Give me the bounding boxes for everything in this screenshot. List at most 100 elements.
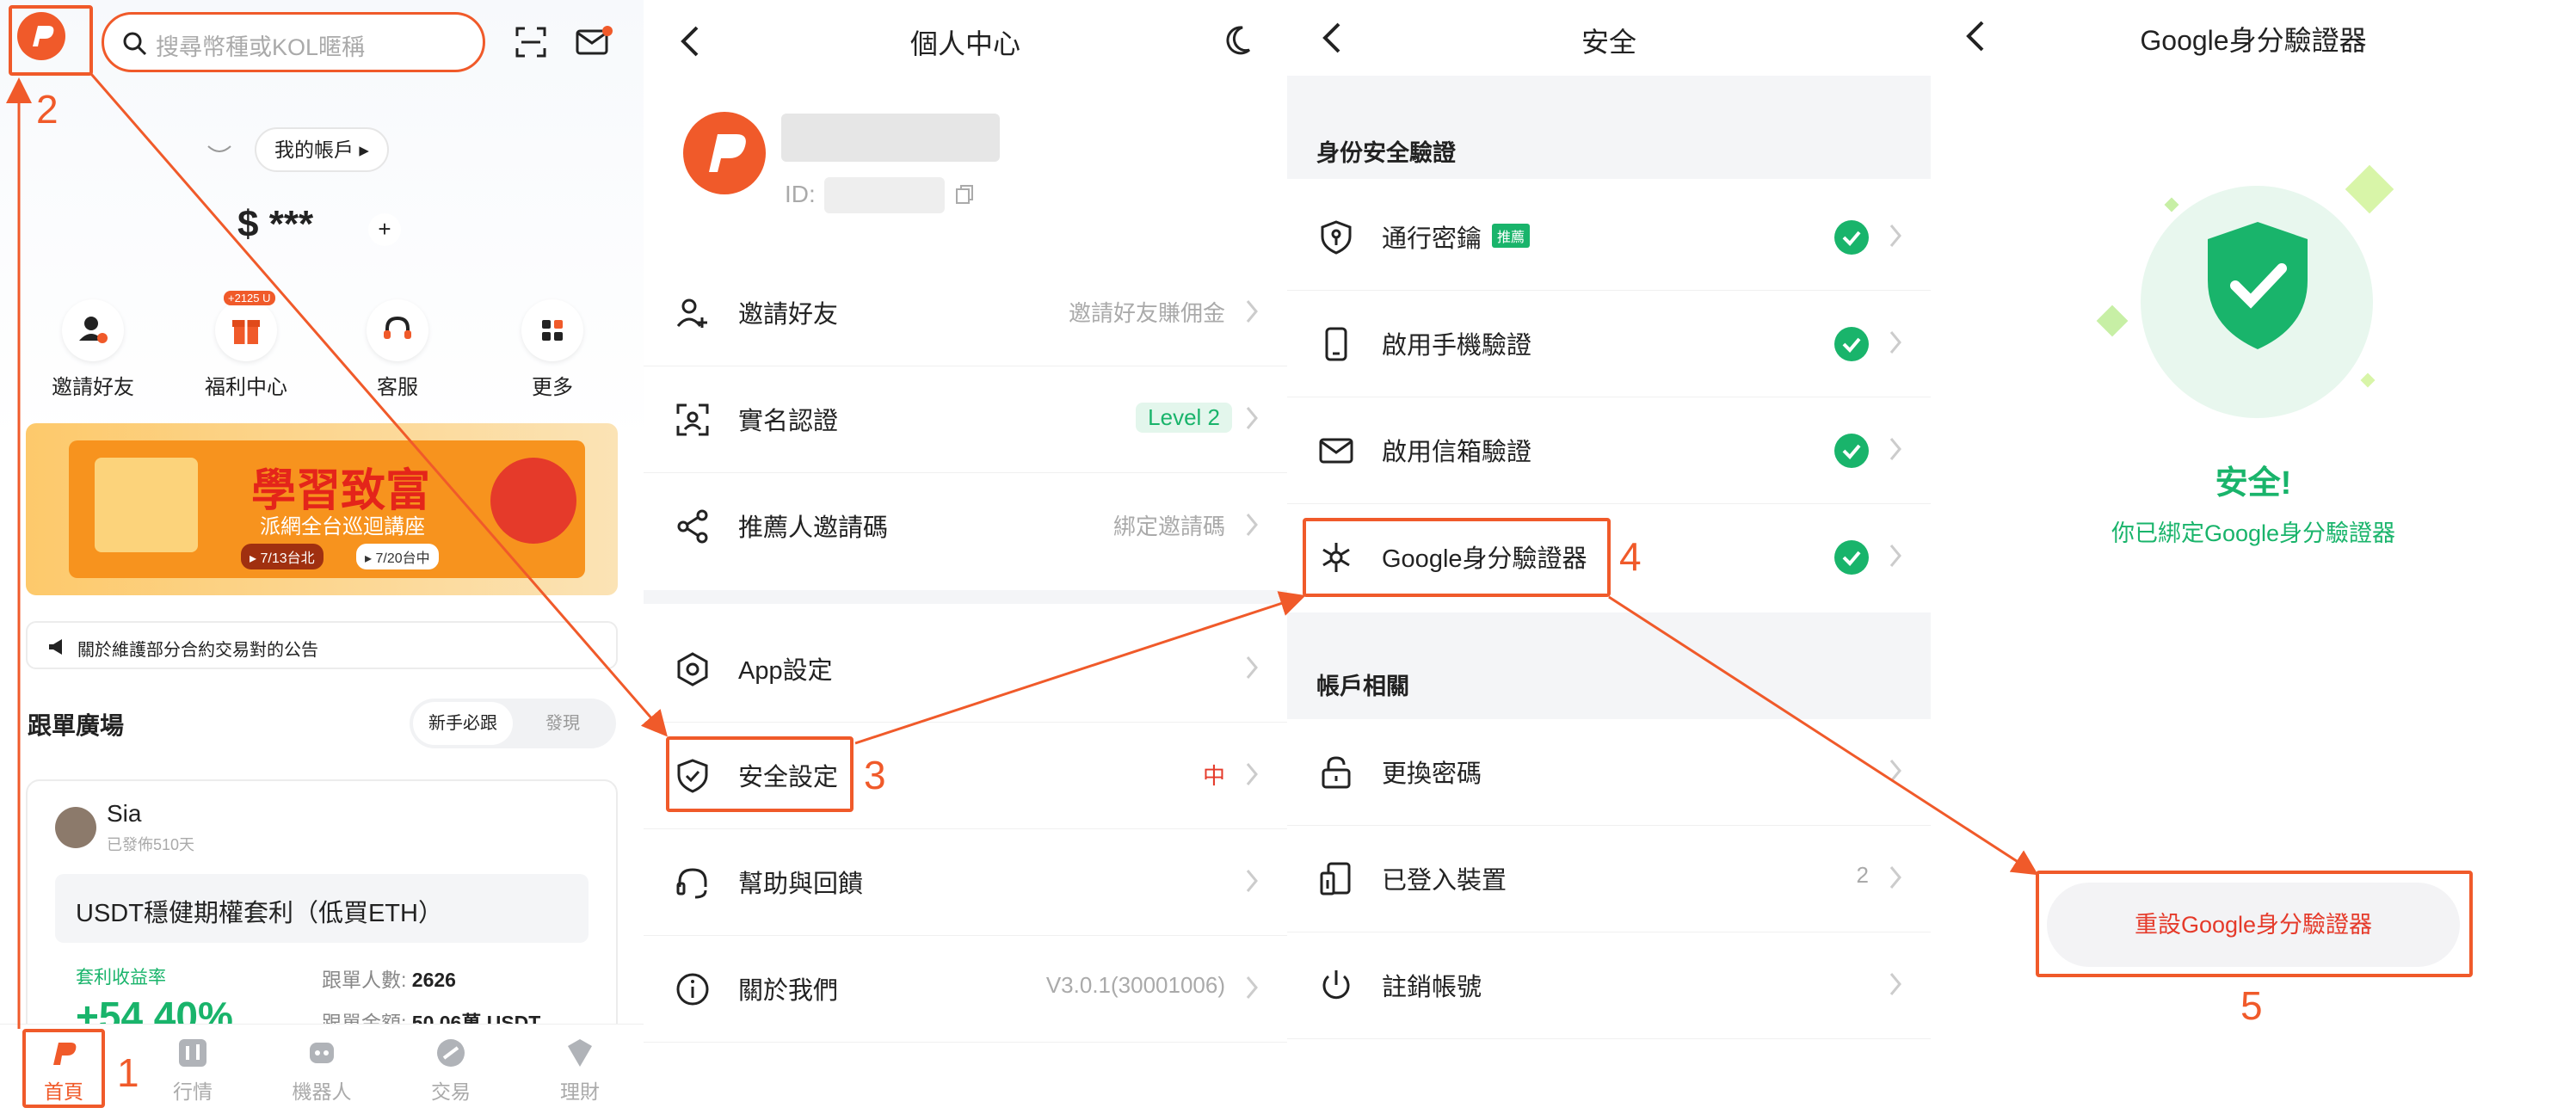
chevron-right-icon [1889,438,1901,460]
row-logged-in-devices[interactable]: 已登入裝置 2 [1287,826,1931,932]
row-label: 通行密鑰 [1382,225,1482,253]
shield-check-icon [2208,222,2308,349]
row-phone-verification[interactable]: 啟用手機驗證 [1287,291,1931,397]
trade-icon [437,1039,465,1067]
chevron-right-icon [1246,976,1258,999]
trader-posted: 已發佈510天 [107,836,195,853]
announcement-bar[interactable]: 關於維護部分合約交易對的公告 [26,621,618,669]
search-placeholder: 搜尋幣種或KOL暱稱 [156,34,366,60]
balance-value: $ *** [237,203,314,245]
row-app-settings[interactable]: App設定 [644,616,1287,723]
quick-action-label: 更多 [532,376,573,399]
chart-growth-icon [95,458,198,552]
annotation-box-home-tab [22,1029,105,1108]
row-invite-friends[interactable]: 邀請好友 邀請好友賺佣金 [644,260,1287,366]
section-header-bg [1287,612,1931,719]
check-circle-icon [1834,220,1869,255]
tab-robot[interactable]: 機器人 [270,1036,373,1105]
annotation-box-reset-button [2036,871,2473,977]
trader-name: Sia [107,800,142,827]
robot-icon [310,1043,334,1063]
add-funds-button[interactable]: + [368,213,401,246]
tab-newbie[interactable]: 新手必跟 [413,702,513,745]
my-account-button[interactable]: 我的帳戶 ▸ [255,127,389,172]
annotation-number-1: 1 [117,1050,139,1095]
row-passkey[interactable]: 通行密鑰 推薦 [1287,184,1931,291]
username-placeholder [781,114,1000,162]
annotation-box-google-authenticator [1303,518,1611,597]
tab-label: 理財 [560,1080,600,1103]
share-icon [677,509,708,544]
tab-finance[interactable]: 理財 [528,1036,632,1105]
banner-subtitle: 派網全台巡迴講座 [260,515,425,539]
banner-date-2: ▸ 7/20台中 [356,544,439,569]
tab-label: 機器人 [292,1080,352,1103]
security-level: 中 [1202,763,1225,789]
tab-label: 交易 [431,1080,471,1103]
grid-icon [521,299,583,361]
yield-label: 套利收益率 [76,968,166,988]
row-help-feedback[interactable]: 幫助與回饋 [644,829,1287,936]
banner-date-1: ▸ 7/13台北 [241,544,324,569]
copy-icon[interactable] [953,182,977,206]
scan-icon[interactable] [515,26,547,58]
avatar [55,807,96,848]
chevron-right-icon [1889,331,1901,354]
promo-banner[interactable]: 學習致富 派網全台巡迴講座 ▸ 7/13台北 ▸ 7/20台中 [26,423,618,595]
chevron-right-icon [1246,656,1258,679]
chevron-right-icon [1246,763,1258,785]
mail-icon [1319,438,1353,464]
row-label: 推薦人邀請碼 [738,514,889,542]
tab-discover[interactable]: 發現 [513,702,613,745]
row-about-us[interactable]: 關於我們 V3.0.1(30001006) [644,936,1287,1043]
row-value: 邀請好友賺佣金 [1068,300,1225,326]
row-email-verification[interactable]: 啟用信箱驗證 [1287,397,1931,504]
row-change-password[interactable]: 更換密碼 [1287,719,1931,826]
dark-mode-icon[interactable] [1223,22,1260,58]
row-identity-verification[interactable]: 實名認證 Level 2 [644,366,1287,473]
section-divider [644,590,1287,604]
quick-action-welfare[interactable]: +2125 U 福利中心 [177,291,315,400]
chevron-right-icon [1246,407,1258,429]
row-label: 已登入裝置 [1382,867,1507,895]
quick-action-support[interactable]: 客服 [329,299,466,400]
my-account-label: 我的帳戶 [274,138,354,161]
tab-trade[interactable]: 交易 [399,1036,502,1105]
security-shield-illustration [2096,163,2394,422]
page-title: 安全 [1581,27,1636,58]
annotation-number-3: 3 [864,753,886,797]
row-delete-account[interactable]: 註銷帳號 [1287,932,1931,1039]
face-scan-icon [676,403,709,436]
headset-icon [676,868,707,899]
followers: 跟單人數: 2626 [322,969,456,991]
annotation-number-4: 4 [1619,534,1642,579]
headset-icon [367,299,428,361]
section-title-account: 帳戶相關 [1316,674,1409,699]
profile-screen: 個人中心 ID: 邀請好友 邀請好友賺佣金 實名認證 Level 2 推薦人邀請… [644,0,1287,1114]
tab-market[interactable]: 行情 [141,1036,244,1105]
row-referral-code[interactable]: 推薦人邀請碼 綁定邀請碼 [644,473,1287,580]
row-label: 啟用手機驗證 [1382,332,1532,360]
announcement-text: 關於維護部分合約交易對的公告 [77,641,318,660]
page-title: 個人中心 [909,28,1020,59]
devices-icon [1320,862,1351,896]
annotation-number-2: 2 [36,87,59,132]
avatar[interactable] [683,112,766,194]
copy-trade-card[interactable]: Sia 已發佈510天 USDT穩健期權套利（低買ETH） 套利收益率 +54.… [26,779,618,1037]
quick-action-invite[interactable]: 邀請好友 [24,299,162,400]
user-plus-icon [62,299,124,361]
add-funds-label: + [378,216,391,242]
copy-trade-title: 跟單廣場 [28,712,125,739]
search-input[interactable]: 搜尋幣種或KOL暱稱 [102,12,485,72]
eye-closed-icon[interactable] [206,143,232,158]
quick-action-more[interactable]: 更多 [484,299,621,400]
mail-icon[interactable] [575,24,613,58]
home-screen: 搜尋幣種或KOL暱稱 我的帳戶 ▸ $ *** + 邀請好友 +2125 U 福… [0,0,644,1114]
brand-logo-icon [709,134,746,172]
row-label: 關於我們 [738,977,839,1005]
copy-trade-tabs: 新手必跟 發現 [410,699,616,748]
balance-display: $ *** [237,203,313,246]
recommended-badge: 推薦 [1492,224,1531,248]
key-icon [1321,220,1352,255]
power-icon [1322,970,1350,1000]
